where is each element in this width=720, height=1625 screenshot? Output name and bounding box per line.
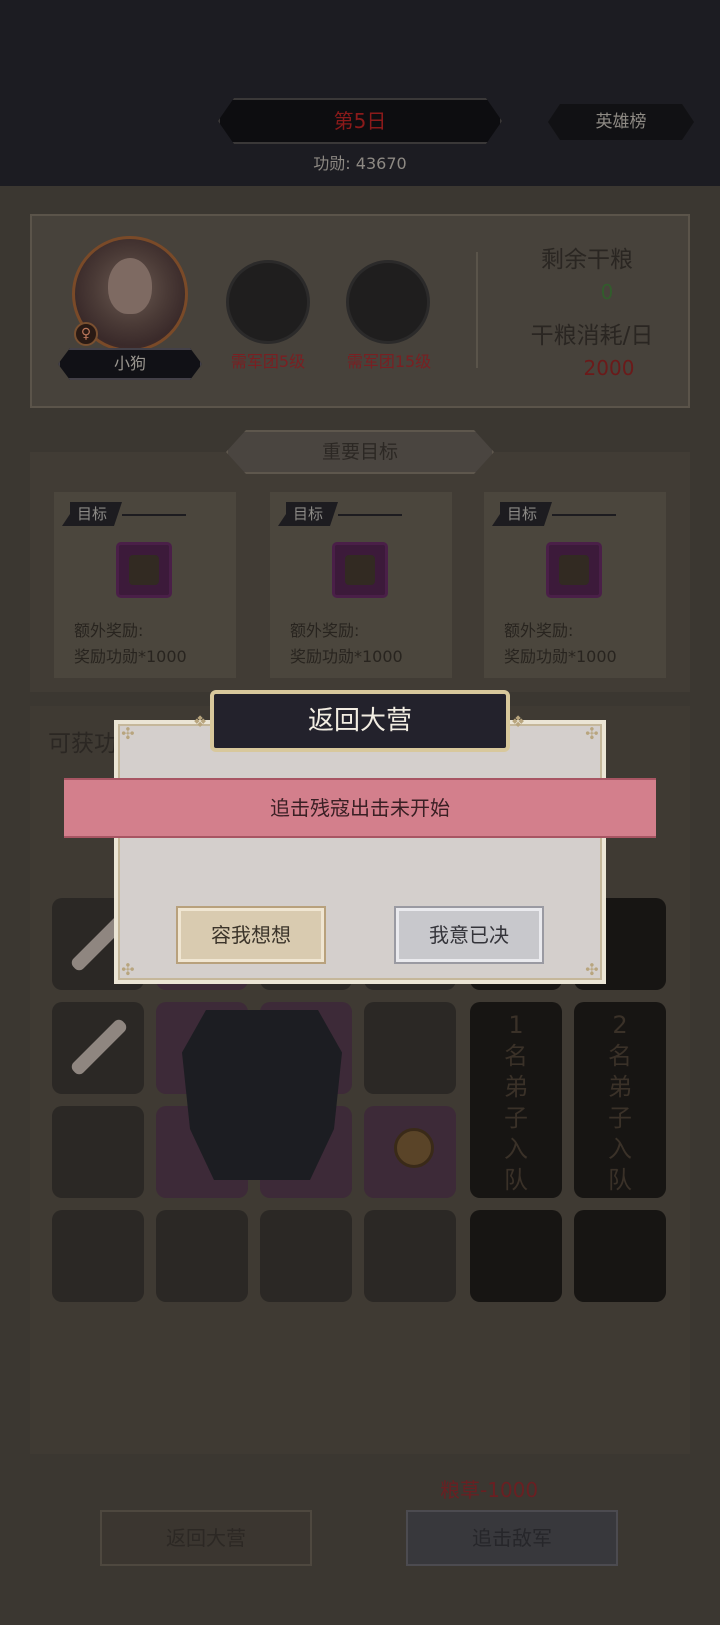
ornament-icon: ❖ <box>510 712 526 731</box>
player-name: 小狗 <box>58 348 202 380</box>
locked-slot-2-caption: 需军团15级 <box>346 352 432 371</box>
goal-tag-line <box>122 514 186 516</box>
helmet-icon[interactable] <box>332 542 388 598</box>
loot-cell[interactable] <box>156 1210 248 1302</box>
corner-ornament-icon: ✣ <box>585 724 599 743</box>
remaining-rations-value: 0 <box>600 280 614 304</box>
armor-icon[interactable] <box>182 1010 342 1180</box>
remaining-rations-label: 剩余干粮 <box>541 247 633 273</box>
daily-consumption-label: 干粮消耗/日 <box>530 323 654 349</box>
cancel-button[interactable]: 容我想想 <box>178 908 324 962</box>
goal-tag: 目标 <box>278 502 338 526</box>
corner-ornament-icon: ✣ <box>121 724 135 743</box>
scroll-icon <box>69 1017 129 1077</box>
recruit-slot-1-label: 1名弟子入队 <box>504 1011 528 1194</box>
goals-header: 重要目标 <box>226 430 494 474</box>
scroll-icon[interactable] <box>546 542 602 598</box>
locked-slot-1[interactable] <box>226 260 310 344</box>
corner-ornament-icon: ✣ <box>585 960 599 979</box>
corner-ornament-icon: ✣ <box>121 960 135 979</box>
goal-tag-line <box>552 514 616 516</box>
goal-reward-label: 额外奖励: <box>504 621 574 640</box>
goal-reward-value: 奖励功勋*1000 <box>504 647 617 666</box>
avatar-face <box>108 258 152 314</box>
ornament-icon: ❖ <box>192 712 208 731</box>
goal-reward-value: 奖励功勋*1000 <box>290 647 403 666</box>
return-camp-button[interactable]: 返回大营 <box>100 1510 312 1566</box>
goal-reward-label: 额外奖励: <box>74 621 144 640</box>
confirm-button[interactable]: 我意已决 <box>396 908 542 962</box>
loot-cell[interactable] <box>470 1210 562 1302</box>
dialog-message: 追击残寇出击未开始 <box>64 778 656 838</box>
loot-cell[interactable] <box>52 1106 144 1198</box>
panel-divider <box>476 252 478 368</box>
loot-title: 可获功 <box>48 731 117 757</box>
goal-reward-label: 额外奖励: <box>290 621 360 640</box>
armor-icon[interactable] <box>116 542 172 598</box>
locked-slot-2[interactable] <box>346 260 430 344</box>
loot-cell[interactable] <box>52 1002 144 1094</box>
goal-reward-value: 奖励功勋*1000 <box>74 647 187 666</box>
gender-female-icon: ♀ <box>74 322 98 346</box>
compass-icon[interactable] <box>394 1128 434 1168</box>
goal-tag: 目标 <box>492 502 552 526</box>
loot-cell[interactable] <box>364 1002 456 1094</box>
supply-cost: 粮草-1000 <box>440 1478 539 1502</box>
daily-consumption-value: 2000 <box>583 356 635 380</box>
loot-cell[interactable] <box>574 1210 666 1302</box>
hero-rank-button[interactable]: 英雄榜 <box>548 104 694 140</box>
goal-tag-line <box>338 514 402 516</box>
pursue-enemy-button[interactable]: 追击敌军 <box>406 1510 618 1566</box>
merit-score: 功勋: 43670 <box>313 154 407 173</box>
goal-tag: 目标 <box>62 502 122 526</box>
locked-slot-1-caption: 需军团5级 <box>230 352 306 371</box>
dialog-title: 返回大营 <box>210 690 510 752</box>
loot-cell[interactable] <box>52 1210 144 1302</box>
recruit-slot-2-label: 2名弟子入队 <box>608 1011 632 1194</box>
loot-cell[interactable] <box>364 1210 456 1302</box>
day-counter: 第5日 <box>218 98 502 144</box>
loot-cell[interactable] <box>260 1210 352 1302</box>
